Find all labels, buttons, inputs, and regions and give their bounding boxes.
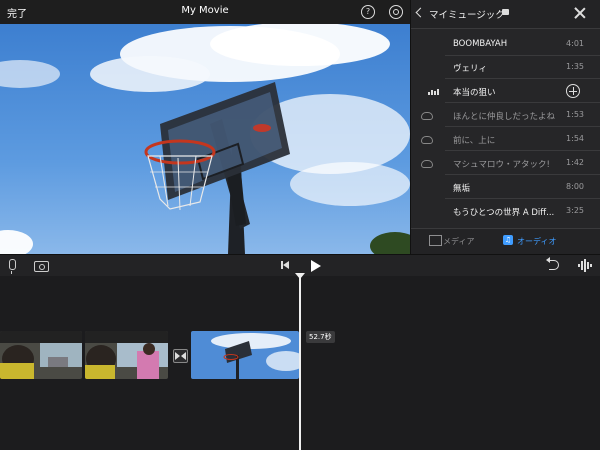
song-title: ほんとに仲良しだったよね bbox=[453, 112, 556, 122]
song-title: BOOMBAYAH bbox=[453, 39, 508, 49]
playhead-handle[interactable] bbox=[295, 273, 305, 279]
clip-thumbnail bbox=[191, 331, 299, 379]
microphone-icon[interactable] bbox=[9, 259, 16, 274]
song-row[interactable]: BOOMBAYAH 4:01 bbox=[411, 33, 600, 56]
song-row-selected[interactable]: 本当の狙い bbox=[411, 80, 600, 103]
music-browser-title[interactable]: マイミュージック bbox=[429, 7, 505, 21]
tab-media[interactable]: メディア bbox=[429, 235, 475, 247]
tab-media-label: メディア bbox=[443, 237, 475, 246]
song-title: 前に、上に bbox=[453, 136, 496, 146]
song-title: ヴェリィ bbox=[453, 64, 488, 74]
cloud-icon bbox=[421, 160, 433, 168]
music-browser-header: マイミュージック bbox=[411, 0, 600, 29]
song-row[interactable]: ほんとに仲良しだったよね 1:53 bbox=[411, 104, 600, 127]
tab-audio[interactable]: ♫ オーディオ bbox=[503, 235, 557, 247]
song-row[interactable]: マシュマロウ・アタック! 1:42 bbox=[411, 152, 600, 175]
song-row[interactable]: ヴェリィ 1:35 bbox=[411, 56, 600, 79]
song-duration: 4:01 bbox=[566, 39, 584, 48]
back-chevron-icon[interactable] bbox=[415, 7, 426, 18]
row-divider bbox=[445, 198, 600, 199]
row-divider bbox=[445, 102, 600, 103]
song-title: マシュマロウ・アタック! bbox=[453, 160, 550, 170]
video-clip[interactable] bbox=[0, 331, 82, 379]
song-title: 無垢 bbox=[453, 184, 471, 194]
row-divider bbox=[445, 126, 600, 127]
help-icon[interactable]: ? bbox=[361, 5, 375, 19]
tab-audio-label: オーディオ bbox=[517, 237, 557, 246]
settings-icon[interactable] bbox=[389, 5, 403, 19]
play-icon[interactable] bbox=[311, 260, 321, 272]
row-divider bbox=[445, 174, 600, 175]
camera-icon[interactable] bbox=[34, 261, 49, 272]
song-duration: 8:00 bbox=[566, 182, 584, 191]
media-tab-bar: メディア ♫ オーディオ bbox=[411, 228, 600, 255]
video-viewer bbox=[0, 24, 410, 254]
song-duration: 1:35 bbox=[566, 62, 584, 71]
basketball-hoop-image bbox=[0, 24, 410, 254]
clip-thumbnail bbox=[85, 331, 168, 379]
row-divider bbox=[445, 150, 600, 151]
close-icon[interactable] bbox=[573, 6, 587, 20]
song-duration: 3:25 bbox=[566, 206, 584, 215]
song-row[interactable]: 前に、上に 1:54 bbox=[411, 128, 600, 151]
clip-thumbnail bbox=[0, 331, 82, 379]
music-browser-panel: マイミュージック BOOMBAYAH 4:01 ヴェリィ 1:35 本当の狙い … bbox=[410, 0, 600, 255]
song-row[interactable]: 無垢 8:00 bbox=[411, 176, 600, 199]
skip-to-start-icon[interactable] bbox=[281, 261, 289, 269]
song-title: もうひとつの世界 A Diff... bbox=[453, 208, 555, 218]
undo-icon[interactable] bbox=[546, 257, 559, 270]
clip-duration-label: 52.7秒 bbox=[306, 331, 335, 343]
timeline[interactable]: 52.7秒 bbox=[0, 273, 600, 450]
row-divider bbox=[445, 78, 600, 79]
playhead[interactable] bbox=[299, 273, 301, 450]
cloud-icon bbox=[421, 112, 433, 120]
song-duration: 1:54 bbox=[566, 134, 584, 143]
audio-waveform-icon[interactable] bbox=[578, 259, 592, 272]
song-duration: 1:53 bbox=[566, 110, 584, 119]
music-note-icon: ♫ bbox=[503, 235, 513, 245]
song-row[interactable]: もうひとつの世界 A Diff... 3:25 bbox=[411, 200, 600, 223]
now-playing-bars-icon bbox=[428, 89, 439, 95]
add-song-icon[interactable] bbox=[566, 84, 580, 98]
library-icon bbox=[502, 9, 509, 15]
song-title: 本当の狙い bbox=[453, 88, 496, 98]
transition-icon[interactable] bbox=[173, 349, 188, 363]
video-clip[interactable] bbox=[85, 331, 168, 379]
cloud-icon bbox=[421, 136, 433, 144]
video-clip-selected[interactable] bbox=[191, 331, 299, 379]
project-title: My Movie bbox=[181, 5, 229, 16]
song-duration: 1:42 bbox=[566, 158, 584, 167]
top-bar: 完了 My Movie ? bbox=[0, 0, 410, 24]
film-icon bbox=[429, 235, 442, 246]
